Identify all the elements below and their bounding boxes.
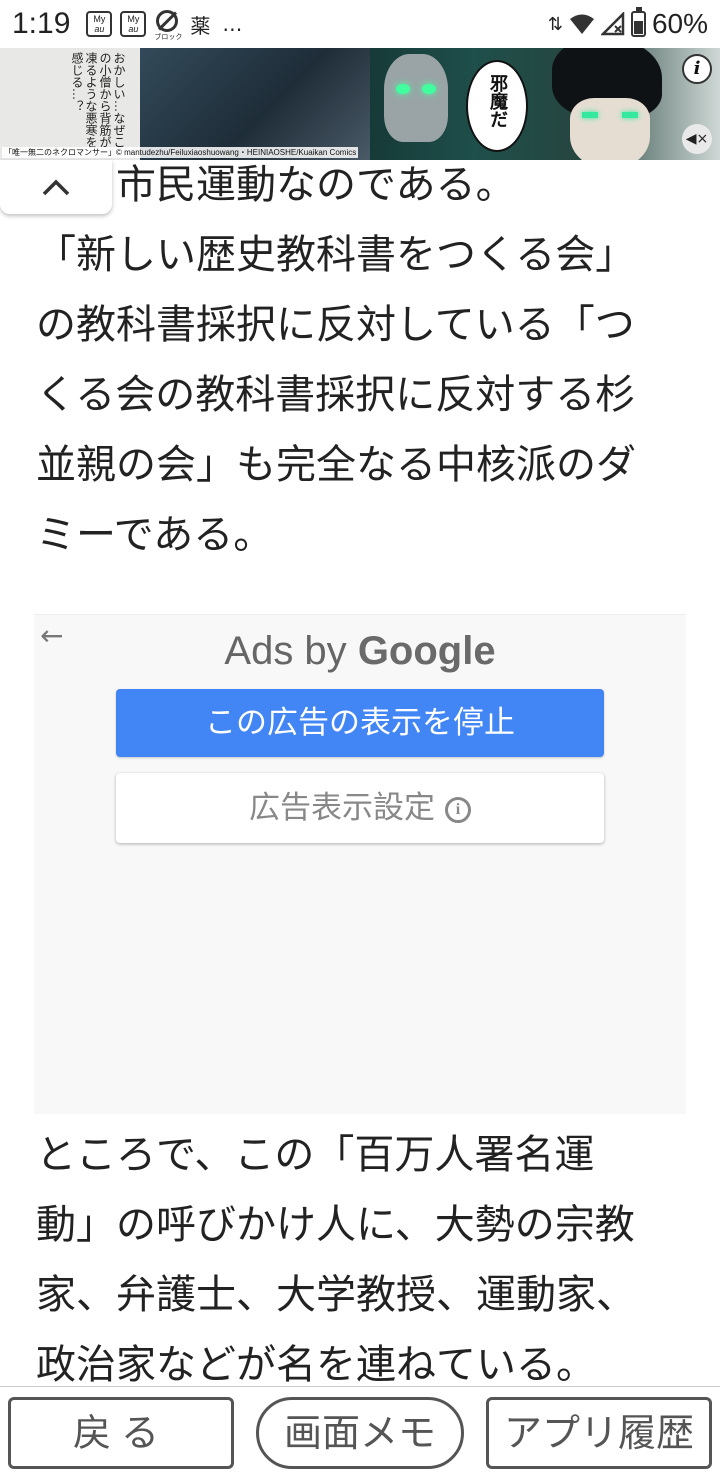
article-line: 並親の会」も完全なる中核派のダ (36, 442, 636, 488)
pharmacy-icon: 薬 (190, 13, 211, 38)
banner-narration-text: おかしい…なぜこの小僧から背筋が凍るような悪寒を感じる…？ (70, 52, 126, 148)
battery-icon (630, 7, 646, 37)
status-time: 1:19 (12, 7, 71, 40)
article-paragraph: ところで、この「百万人署名運 動」の呼びかけ人に、大勢の宗教 家、弁護士、大学教… (36, 1120, 686, 1385)
wifi-icon (569, 14, 594, 34)
speech-bubble-text: 邪魔だ (487, 74, 508, 128)
article-line: くる会の教科書採択に反対する杉 (36, 372, 636, 418)
block-icon-caption: ブロック (154, 33, 183, 41)
more-notifications-icon: … (222, 12, 244, 36)
block-icon: ブロック (154, 10, 182, 41)
my-au-icon: My au (120, 11, 147, 37)
article-line: 家、弁護士、大学教授、運動家、 (36, 1272, 636, 1318)
banner-panel-character (140, 48, 370, 160)
data-transfer-icon: ⇅ (547, 13, 563, 35)
banner-panel-skull: 邪魔だ (370, 48, 720, 160)
back-button[interactable]: 戻る (8, 1397, 234, 1469)
article-line: 動」の呼びかけ人に、大勢の宗教 (36, 1202, 635, 1248)
article-paragraph: …と市民運動なのである。 「新しい歴史教科書をつくる会」 の教科書採択に反対して… (36, 150, 686, 570)
ad-info-icon[interactable]: i (682, 54, 712, 84)
article-line-clipped: …と市民運動なのである。 (36, 162, 516, 208)
icon-label: My (127, 14, 140, 24)
info-icon: i (445, 796, 471, 823)
ads-by-text: Ads by (224, 629, 347, 673)
battery-percentage: 60% (651, 8, 708, 39)
bottom-nav-bar: 戻る 画面メモ アプリ履歴 (0, 1386, 720, 1480)
icon-label: au (128, 24, 139, 34)
banner-panel-narration: おかしい…なぜこの小僧から背筋が凍るような悪寒を感じる…？ (0, 48, 140, 160)
status-bar: 1:19 My au My au ブロック 薬 … ⇅ 60% (0, 0, 720, 48)
speech-bubble: 邪魔だ (466, 60, 528, 152)
article-line: ミーである。 (36, 512, 274, 558)
skull-illustration (384, 54, 448, 142)
cellular-signal-icon (600, 12, 625, 36)
article-line: 政治家などが名を連ねている。 (36, 1342, 596, 1385)
app-history-button[interactable]: アプリ履歴 (486, 1397, 712, 1469)
ad-settings-button[interactable]: 広告表示設定 i (116, 773, 604, 843)
article-line: 「新しい歴史教科書をつくる会」 (36, 232, 636, 278)
chevron-up-icon (42, 179, 70, 196)
ad-settings-label: 広告表示設定 (249, 790, 435, 826)
screen-memo-button[interactable]: 画面メモ (256, 1397, 464, 1469)
ads-by-google-label: Ads by Google (34, 629, 686, 674)
article-line: ところで、この「百万人署名運 (36, 1132, 595, 1178)
google-logo: Google (357, 629, 496, 673)
banner-ad[interactable]: おかしい…なぜこの小僧から背筋が凍るような悪寒を感じる…？ 邪魔だ i ◀× 「… (0, 48, 720, 160)
my-au-icon: My au (86, 11, 113, 37)
icon-label: My (93, 14, 106, 24)
google-ad-panel: ← Ads by Google この広告の表示を停止 広告表示設定 i (34, 614, 686, 1114)
stop-ad-button[interactable]: この広告の表示を停止 (116, 689, 604, 757)
article-line: の教科書採択に反対している「つ (36, 302, 635, 348)
collapse-ad-button[interactable] (0, 160, 112, 214)
mute-icon[interactable]: ◀× (682, 124, 712, 154)
icon-label: au (94, 24, 105, 34)
